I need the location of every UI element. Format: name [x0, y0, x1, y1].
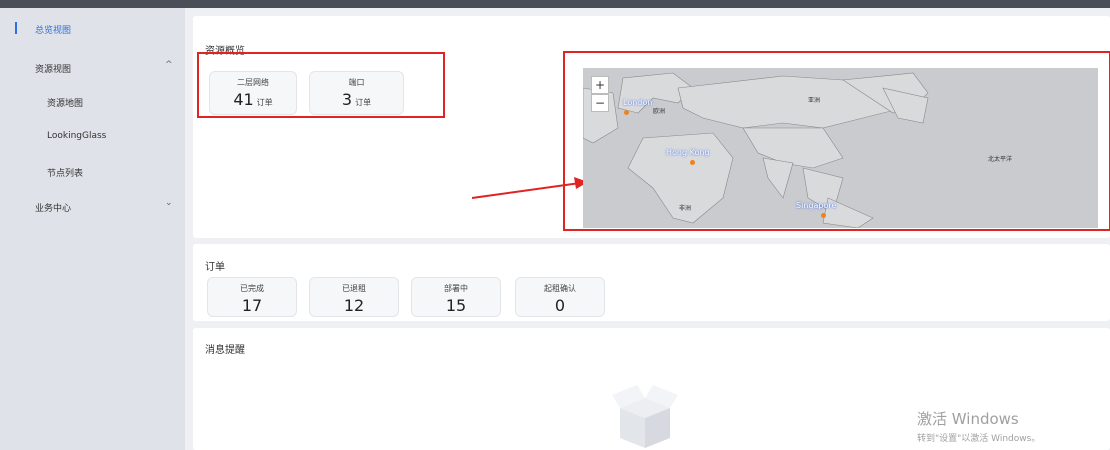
main-content: 资源概览 二层网络 41 订单 端口 3 订单 + − 欧洲 亚洲 北太平洋 非… [185, 8, 1110, 450]
stat-value: 15 [445, 296, 467, 315]
stat-card-terminated[interactable]: 已退租 12 [309, 277, 399, 317]
stat-card-lease-confirm[interactable]: 起租确认 0 [515, 277, 605, 317]
sidebar-item-resource-map[interactable]: 资源地图 [47, 96, 83, 109]
orders-title: 订单 [205, 262, 225, 273]
stat-label: 已完成 [240, 284, 264, 293]
orders-panel: 订单 已完成 17 已退租 12 部署中 15 起租确认 0 [193, 244, 1110, 321]
sidebar-item-business-center[interactable]: 业务中心 [35, 201, 71, 214]
highlight-box-stats [197, 52, 445, 118]
stat-value: 12 [343, 296, 365, 315]
windows-activation-watermark: 激活 Windows 转到"设置"以激活 Windows。 [917, 410, 1041, 444]
messages-title: 消息提醒 [205, 345, 245, 356]
chevron-up-icon[interactable]: ^ [165, 60, 173, 70]
empty-box-icon [612, 385, 678, 448]
stat-label: 已退租 [342, 284, 366, 293]
stat-card-completed[interactable]: 已完成 17 [207, 277, 297, 317]
highlight-box-map [563, 51, 1110, 231]
stat-value: 17 [241, 296, 263, 315]
top-bar [0, 0, 1110, 8]
stat-label: 部署中 [444, 284, 468, 293]
sidebar-item-overview[interactable]: 总览视图 [35, 23, 71, 36]
sidebar-item-resource-view[interactable]: 资源视图 [35, 62, 71, 75]
chevron-down-icon[interactable]: ⌄ [165, 198, 173, 208]
stat-value: 0 [554, 296, 566, 315]
stat-card-deploying[interactable]: 部署中 15 [411, 277, 501, 317]
stat-label: 起租确认 [544, 284, 576, 293]
sidebar-item-lookingglass[interactable]: LookingGlass [47, 131, 106, 141]
sidebar-item-node-list[interactable]: 节点列表 [47, 166, 83, 179]
sidebar: 总览视图 资源视图 ^ 资源地图 LookingGlass 节点列表 业务中心 … [0, 8, 185, 450]
active-indicator [15, 22, 17, 34]
